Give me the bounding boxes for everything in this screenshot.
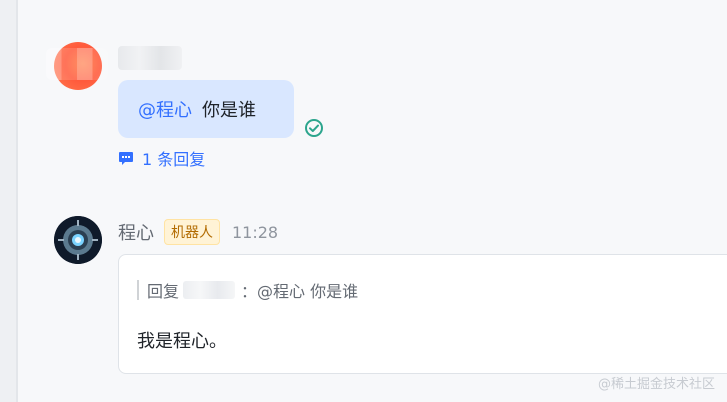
left-rail	[0, 0, 18, 402]
quote-bar	[137, 280, 139, 300]
quote-colon: ：	[241, 282, 258, 301]
bot-message-card[interactable]: 回复 ： @程心 你是谁 我是程心。	[118, 254, 727, 374]
quote-text: @程心 你是谁	[257, 282, 359, 301]
reply-count-text: 1 条回复	[142, 150, 206, 169]
reply-thread-icon	[119, 152, 133, 165]
bot-avatar-icon	[54, 216, 102, 264]
mention-link[interactable]: @程心	[138, 96, 192, 122]
quoted-user-blurred	[183, 281, 236, 299]
check-circle-icon	[305, 119, 323, 137]
bot-answer-text: 我是程心。	[137, 331, 227, 352]
avatar-mosaic-overlay	[46, 48, 108, 80]
reply-quote[interactable]: 回复 ： @程心 你是谁	[137, 279, 358, 301]
message-time: 11:28	[232, 222, 279, 242]
user-message-text: 你是谁	[202, 100, 256, 121]
user-name-blurred	[118, 46, 182, 70]
watermark: @稀土掘金技术社区	[597, 377, 715, 392]
quote-prefix: 回复	[147, 282, 180, 301]
bot-name[interactable]: 程心	[118, 219, 154, 245]
reply-count-link[interactable]: 1 条回复	[118, 148, 206, 169]
user-message-bubble[interactable]: @程心 你是谁	[118, 80, 294, 138]
bot-tag: 机器人	[164, 219, 220, 245]
bot-avatar[interactable]	[54, 216, 102, 264]
left-rail-edge	[16, 0, 18, 402]
bot-message-header: 程心 机器人 11:28	[118, 219, 279, 245]
